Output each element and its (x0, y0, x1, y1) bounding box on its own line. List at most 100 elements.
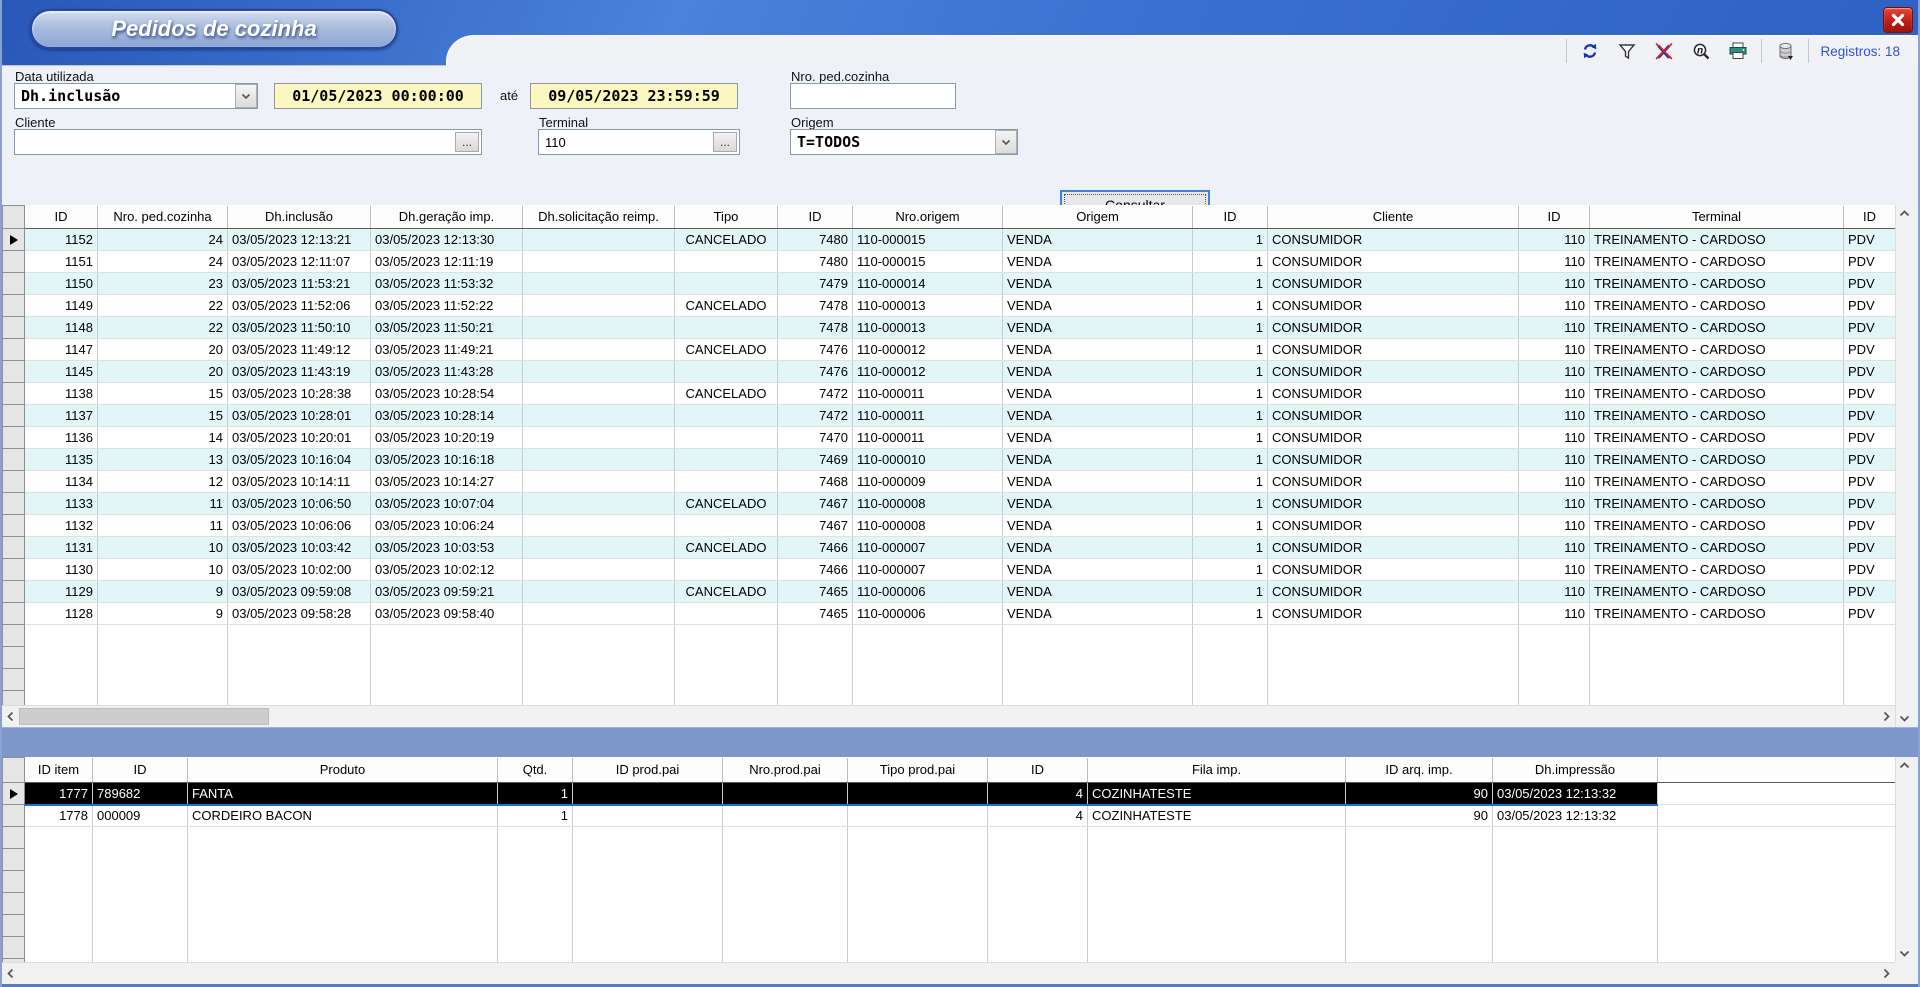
column-header[interactable]: ID item (25, 758, 93, 783)
column-header[interactable]: Produto (188, 758, 498, 783)
search-number-button[interactable]: n (1687, 38, 1715, 64)
chevron-down-icon[interactable] (995, 130, 1017, 154)
table-row[interactable]: 11502303/05/2023 11:53:2103/05/2023 11:5… (3, 273, 1896, 295)
scroll-left-icon[interactable] (2, 965, 19, 982)
table-cell (1658, 805, 1896, 827)
table-cell: 24 (98, 229, 228, 251)
row-indicator-cell (3, 849, 25, 871)
table-cell: 03/05/2023 10:06:06 (228, 515, 371, 537)
scroll-right-icon[interactable] (1878, 965, 1895, 982)
table-row[interactable]: 1777789682FANTA14COZINHATESTE9003/05/202… (3, 783, 1896, 805)
hscroll-thumb[interactable] (19, 708, 269, 725)
column-header[interactable]: ID (1844, 206, 1896, 229)
column-header[interactable]: Tipo (675, 206, 778, 229)
filter-button[interactable] (1613, 38, 1641, 64)
scroll-down-icon[interactable] (1896, 945, 1913, 962)
items-grid-hscrollbar[interactable] (2, 962, 1895, 984)
column-header[interactable]: Nro.origem (853, 206, 1003, 229)
clear-filter-button[interactable] (1650, 38, 1678, 64)
column-header[interactable]: Dh.solicitação reimp. (523, 206, 675, 229)
column-header[interactable]: ID (1193, 206, 1268, 229)
column-header[interactable]: Dh.inclusão (228, 206, 371, 229)
refresh-button[interactable] (1576, 38, 1604, 64)
empty-cell (523, 691, 675, 706)
column-header[interactable]: Origem (1003, 206, 1193, 229)
grid-splitter[interactable] (0, 727, 1920, 757)
table-cell: 12 (98, 471, 228, 493)
column-header[interactable]: ID arq. imp. (1346, 758, 1493, 783)
scroll-up-icon[interactable] (1896, 205, 1913, 222)
table-row[interactable]: 11381503/05/2023 10:28:3803/05/2023 10:2… (3, 383, 1896, 405)
table-cell: 110 (1519, 273, 1590, 295)
table-row[interactable]: 11512403/05/2023 12:11:0703/05/2023 12:1… (3, 251, 1896, 273)
orders-grid-vscrollbar[interactable] (1895, 205, 1912, 727)
data-utilizada-combobox[interactable]: Dh.inclusão (14, 83, 258, 109)
table-cell: 1 (1193, 273, 1268, 295)
date-to-field[interactable]: 09/05/2023 23:59:59 (530, 83, 738, 109)
table-row[interactable]: 11321103/05/2023 10:06:0603/05/2023 10:0… (3, 515, 1896, 537)
column-header[interactable]: Tipo prod.pai (848, 758, 988, 783)
column-header[interactable]: ID (1519, 206, 1590, 229)
table-cell: 03/05/2023 11:50:21 (371, 317, 523, 339)
table-row[interactable]: 1778000009CORDEIRO BACON14COZINHATESTE90… (3, 805, 1896, 827)
table-cell: 03/05/2023 11:50:10 (228, 317, 371, 339)
table-row[interactable]: 11492203/05/2023 11:52:0603/05/2023 11:5… (3, 295, 1896, 317)
table-row[interactable]: 11341203/05/2023 10:14:1103/05/2023 10:1… (3, 471, 1896, 493)
column-header[interactable]: ID (778, 206, 853, 229)
scroll-up-icon[interactable] (1896, 757, 1913, 774)
chevron-down-icon[interactable] (235, 84, 257, 108)
column-header[interactable]: Cliente (1268, 206, 1519, 229)
page-title: Pedidos de cozinha (30, 9, 398, 49)
empty-cell (1346, 871, 1493, 893)
table-cell: 7476 (778, 361, 853, 383)
column-header[interactable]: ID (988, 758, 1088, 783)
nro-ped-cozinha-input[interactable] (790, 83, 956, 109)
table-row[interactable]: 11361403/05/2023 10:20:0103/05/2023 10:2… (3, 427, 1896, 449)
empty-cell (1590, 625, 1844, 647)
table-row[interactable]: 11351303/05/2023 10:16:0403/05/2023 10:1… (3, 449, 1896, 471)
table-row[interactable]: 11522403/05/2023 12:13:2103/05/2023 12:1… (3, 229, 1896, 251)
print-button[interactable] (1724, 38, 1752, 64)
column-header[interactable]: Qtd. (498, 758, 573, 783)
column-header[interactable] (1658, 758, 1896, 783)
database-button[interactable] (1771, 38, 1799, 64)
column-header[interactable]: Nro. ped.cozinha (98, 206, 228, 229)
close-button[interactable] (1883, 7, 1913, 33)
scroll-down-icon[interactable] (1896, 710, 1913, 727)
table-row[interactable]: 11472003/05/2023 11:49:1203/05/2023 11:4… (3, 339, 1896, 361)
row-indicator-cell (3, 493, 25, 515)
table-cell: CANCELADO (675, 229, 778, 251)
items-grid-vscrollbar[interactable] (1895, 757, 1912, 962)
column-header[interactable]: ID (93, 758, 188, 783)
cliente-input[interactable] (14, 129, 482, 155)
date-from-field[interactable]: 01/05/2023 00:00:00 (274, 83, 482, 109)
terminal-input[interactable] (538, 129, 740, 155)
scroll-right-icon[interactable] (1878, 708, 1895, 725)
table-row[interactable]: 1129903/05/2023 09:59:0803/05/2023 09:59… (3, 581, 1896, 603)
scroll-left-icon[interactable] (2, 708, 19, 725)
table-row[interactable]: 1128903/05/2023 09:58:2803/05/2023 09:58… (3, 603, 1896, 625)
table-cell: 03/05/2023 10:28:01 (228, 405, 371, 427)
orders-grid-hscrollbar[interactable] (2, 705, 1895, 727)
cliente-browse-button[interactable]: ... (455, 132, 479, 152)
empty-cell (573, 827, 723, 849)
origem-combobox[interactable]: T=TODOS (790, 129, 1018, 155)
column-header[interactable]: ID prod.pai (573, 758, 723, 783)
column-header[interactable]: Dh.geração imp. (371, 206, 523, 229)
table-cell (523, 559, 675, 581)
table-row[interactable]: 11331103/05/2023 10:06:5003/05/2023 10:0… (3, 493, 1896, 515)
table-row[interactable]: 11371503/05/2023 10:28:0103/05/2023 10:2… (3, 405, 1896, 427)
column-header[interactable]: Nro.prod.pai (723, 758, 848, 783)
table-row[interactable]: 11482203/05/2023 11:50:1003/05/2023 11:5… (3, 317, 1896, 339)
table-row[interactable]: 11311003/05/2023 10:03:4203/05/2023 10:0… (3, 537, 1896, 559)
column-header[interactable]: Fila imp. (1088, 758, 1346, 783)
empty-cell (523, 647, 675, 669)
column-header[interactable]: Dh.impressão (1493, 758, 1658, 783)
table-row[interactable]: 11452003/05/2023 11:43:1903/05/2023 11:4… (3, 361, 1896, 383)
empty-cell (498, 871, 573, 893)
column-header[interactable]: ID (25, 206, 98, 229)
terminal-browse-button[interactable]: ... (713, 132, 737, 152)
column-header[interactable]: Terminal (1590, 206, 1844, 229)
table-row[interactable]: 11301003/05/2023 10:02:0003/05/2023 10:0… (3, 559, 1896, 581)
table-cell: 90 (1346, 783, 1493, 805)
